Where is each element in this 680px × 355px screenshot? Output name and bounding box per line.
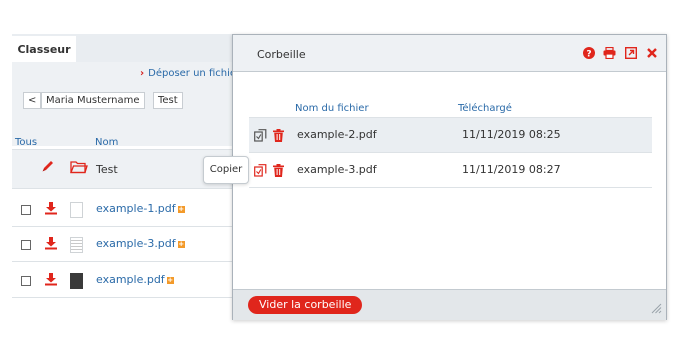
breadcrumb-user[interactable]: Maria Mustername (41, 92, 145, 109)
help-icon[interactable]: ? (583, 47, 595, 60)
file-checkbox[interactable] (21, 205, 31, 215)
trash-file-date: 11/11/2019 08:25 (462, 128, 561, 141)
folder-icon (70, 160, 88, 177)
uploaded-column-header[interactable]: Téléchargé (458, 103, 512, 114)
file-row[interactable]: example-1.pdf + (12, 192, 232, 228)
file-checkbox[interactable] (21, 240, 31, 250)
chevron-right-icon: › (140, 68, 145, 79)
plus-icon[interactable]: + (166, 277, 174, 284)
file-thumbnail (70, 202, 83, 218)
folder-name[interactable]: Test (96, 163, 118, 176)
download-icon[interactable] (44, 236, 58, 253)
file-name: example.pdf (96, 273, 165, 286)
delete-icon[interactable] (273, 129, 284, 145)
download-icon[interactable] (44, 201, 58, 218)
empty-trash-button[interactable]: Vider la corbeille (248, 296, 363, 314)
pencil-icon[interactable] (41, 159, 55, 176)
breadcrumb-back-button[interactable]: < (23, 92, 41, 109)
popout-icon[interactable] (624, 46, 638, 60)
divider (12, 188, 232, 189)
deposit-file-label: Déposer un fichier (148, 68, 241, 79)
name-column-header[interactable]: Nom (95, 137, 118, 148)
svg-text:?: ? (586, 50, 591, 60)
trash-dialog: Corbeille ? Nom du fichier Téléchargé ex… (232, 34, 667, 320)
divider (12, 261, 232, 262)
file-row[interactable]: example-3.pdf + (12, 227, 232, 263)
filename-column-header[interactable]: Nom du fichier (295, 103, 369, 114)
close-icon[interactable] (646, 47, 658, 59)
file-link[interactable]: example-1.pdf + (96, 202, 185, 215)
trash-file-date: 11/11/2019 08:27 (462, 163, 561, 176)
breadcrumb-folder[interactable]: Test (153, 92, 183, 109)
trash-row[interactable]: example-3.pdf 11/11/2019 08:27 (249, 153, 652, 187)
divider (249, 187, 652, 188)
divider (12, 297, 232, 298)
download-icon[interactable] (44, 272, 58, 289)
plus-icon[interactable]: + (177, 241, 185, 248)
file-link[interactable]: example.pdf + (96, 273, 174, 286)
file-thumbnail (70, 273, 83, 289)
copy-tooltip: Copier (203, 156, 249, 184)
trash-file-name: example-3.pdf (297, 163, 377, 176)
trash-row[interactable]: example-2.pdf 11/11/2019 08:25 (249, 118, 652, 152)
deposit-file-link[interactable]: › Déposer un fichier (140, 68, 240, 79)
restore-icon[interactable] (254, 164, 267, 180)
file-link[interactable]: example-3.pdf + (96, 237, 185, 250)
file-thumbnail (70, 237, 83, 253)
select-all-link[interactable]: Tous (15, 137, 37, 148)
restore-icon[interactable] (254, 129, 267, 145)
file-name: example-3.pdf (96, 237, 176, 250)
dialog-title: Corbeille (257, 48, 306, 61)
file-name: example-1.pdf (96, 202, 176, 215)
dialog-footer: Vider la corbeille (233, 289, 666, 320)
delete-icon[interactable] (273, 164, 284, 180)
file-row[interactable]: example.pdf + (12, 263, 232, 299)
print-icon[interactable] (603, 46, 616, 60)
trash-file-name: example-2.pdf (297, 128, 377, 141)
plus-icon[interactable]: + (177, 206, 185, 213)
dialog-header: Corbeille ? (233, 35, 666, 72)
file-checkbox[interactable] (21, 276, 31, 286)
resize-grip-icon[interactable] (651, 303, 662, 317)
